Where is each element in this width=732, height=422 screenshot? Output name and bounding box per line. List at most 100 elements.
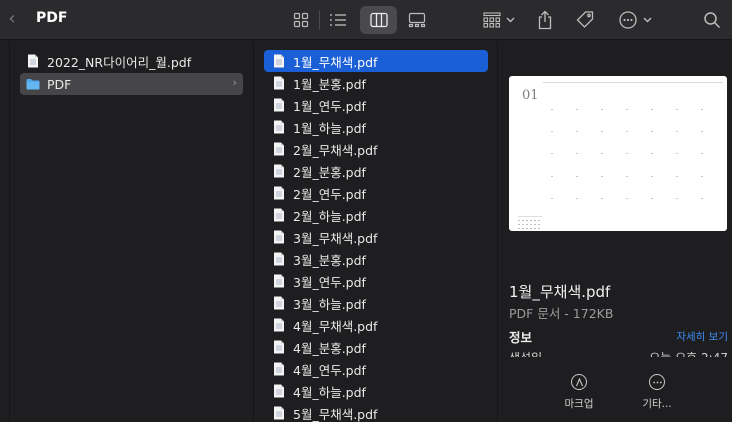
pdf-file-icon (274, 362, 284, 376)
calendar-day-mark (601, 131, 603, 132)
calendar-day-mark (676, 109, 678, 110)
pdf-file-icon (274, 120, 284, 134)
list-icon (330, 14, 346, 26)
file-item-label: 3월_무채색.pdf (293, 230, 378, 246)
file-item[interactable]: 3월_하늘.pdf (264, 292, 488, 314)
pdf-file-icon (274, 208, 284, 222)
quick-actions: 마크업 기타... (499, 357, 732, 422)
show-more-link[interactable]: 자세히 보기 (676, 329, 728, 344)
file-item-label: 2월_분홍.pdf (293, 164, 366, 180)
pdf-thumbnail[interactable]: 01 (509, 76, 727, 231)
toolbar: ‹ PDF (0, 0, 732, 40)
calendar-day-mark (701, 176, 703, 177)
file-item[interactable]: 2월_연두.pdf (264, 182, 488, 204)
folder-item-pdf[interactable]: PDF › (20, 73, 243, 95)
file-item[interactable]: 1월_연두.pdf (264, 94, 488, 116)
file-item-label: 3월_연두.pdf (293, 274, 366, 290)
preview-pane: 01 1월_무채색.pdf PDF 문서 - 172KB 정보 자세히 보기 생… (499, 41, 732, 422)
action-menu-button[interactable] (614, 6, 656, 34)
file-item[interactable]: 4월_하늘.pdf (264, 380, 488, 402)
group-by-button[interactable] (476, 6, 520, 34)
gallery-icon (408, 12, 426, 28)
calendar-day-mark (551, 109, 553, 110)
file-item-label: 4월_무채색.pdf (293, 318, 378, 334)
folder-item-label: PDF (47, 76, 72, 92)
file-item[interactable]: 4월_연두.pdf (264, 358, 488, 380)
calendar-day-mark (601, 153, 603, 154)
list-view-button[interactable] (325, 6, 351, 34)
pdf-file-icon (28, 54, 38, 68)
back-chevron-icon[interactable]: ‹ (4, 8, 20, 30)
file-item[interactable]: 1월_하늘.pdf (264, 116, 488, 138)
pdf-file-icon (274, 164, 284, 178)
file-item[interactable]: 1월_분홍.pdf (264, 72, 488, 94)
toolbar-divider (319, 10, 320, 30)
thumbnail-month: 01 (522, 88, 539, 103)
file-item[interactable]: 3월_무채색.pdf (264, 226, 488, 248)
preview-file-meta: PDF 문서 - 172KB (509, 306, 614, 321)
file-item[interactable]: 3월_연두.pdf (264, 270, 488, 292)
calendar-day-mark (551, 131, 553, 132)
calendar-day-mark (626, 131, 628, 132)
calendar-day-mark (651, 176, 653, 177)
search-button[interactable] (700, 6, 724, 34)
grid-icon (293, 12, 309, 28)
calendar-day-mark (651, 153, 653, 154)
file-item[interactable]: 3월_분홍.pdf (264, 248, 488, 270)
file-item-label: 5월_무채색.pdf (293, 406, 378, 422)
pdf-file-icon (274, 54, 284, 68)
share-icon (538, 10, 552, 30)
window-title: PDF (36, 10, 68, 26)
parent-column: 2022_NR다이어리_월.pdf PDF › (0, 41, 254, 422)
calendar-day-mark (701, 109, 703, 110)
calendar-day-mark (626, 153, 628, 154)
file-item-label: 4월_하늘.pdf (293, 384, 366, 400)
file-item-label: 1월_하늘.pdf (293, 120, 366, 136)
calendar-day-mark (626, 176, 628, 177)
pdf-file-icon (274, 296, 284, 310)
calendar-header-line (543, 82, 723, 83)
info-row-label: 생성일 (509, 349, 542, 357)
file-item-label: 3월_분홍.pdf (293, 252, 366, 268)
calendar-day-mark (701, 153, 703, 154)
file-item-label: 2월_무채색.pdf (293, 142, 378, 158)
share-button[interactable] (533, 6, 557, 34)
column-divider (0, 41, 10, 422)
info-heading: 정보 (509, 330, 533, 345)
calendar-day-mark (601, 198, 603, 199)
file-item[interactable]: 1월_무채색.pdf (264, 50, 488, 72)
group-icon (483, 12, 515, 28)
pdf-file-icon (274, 340, 284, 354)
markup-icon (571, 374, 587, 390)
more-actions-button[interactable]: 기타... (627, 374, 687, 411)
markup-label: 마크업 (564, 398, 594, 410)
file-list-column: 1월_무채색.pdf 1월_분홍.pdf 1월_연두.pdf 1월_하늘.pdf 2월_… (255, 41, 498, 422)
file-item[interactable]: 4월_무채색.pdf (264, 314, 488, 336)
pdf-file-icon (274, 76, 284, 90)
file-item[interactable]: 2월_하늘.pdf (264, 204, 488, 226)
pdf-file-icon (274, 274, 284, 288)
pdf-file-icon (274, 230, 284, 244)
calendar-day-mark (576, 131, 578, 132)
column-view-button[interactable] (360, 6, 397, 34)
file-item[interactable]: 2월_분홍.pdf (264, 160, 488, 182)
gallery-view-button[interactable] (404, 6, 430, 34)
file-item[interactable]: 2022_NR다이어리_월.pdf (20, 50, 242, 72)
tag-icon (576, 11, 594, 28)
icon-view-button[interactable] (288, 6, 314, 34)
calendar-day-mark (626, 198, 628, 199)
calendar-day-mark (626, 109, 628, 110)
file-item[interactable]: 2월_무채색.pdf (264, 138, 488, 160)
columns-icon (369, 12, 388, 28)
calendar-day-mark (651, 131, 653, 132)
calendar-day-mark (676, 153, 678, 154)
calendar-day-mark (551, 198, 553, 199)
file-item[interactable]: 5월_무채색.pdf (264, 402, 488, 422)
pdf-file-icon (274, 142, 284, 156)
markup-button[interactable]: 마크업 (549, 374, 609, 411)
more-icon (649, 374, 665, 390)
file-item[interactable]: 4월_분홍.pdf (264, 336, 488, 358)
tag-button[interactable] (572, 6, 598, 34)
calendar-day-mark (551, 153, 553, 154)
calendar-day-mark (601, 109, 603, 110)
